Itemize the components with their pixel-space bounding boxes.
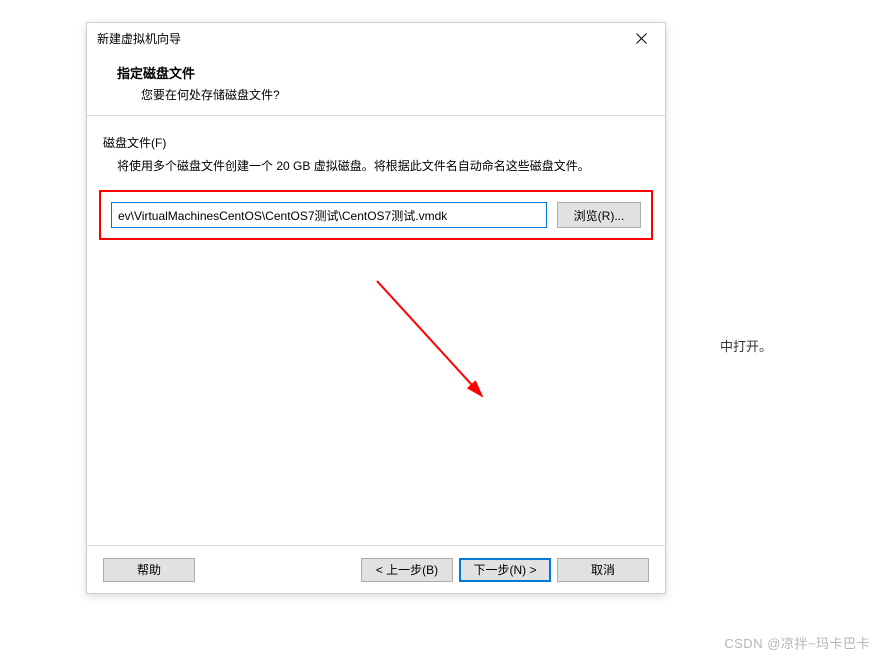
path-highlight-box: 浏览(R)... <box>99 190 653 240</box>
wizard-footer: 帮助 < 上一步(B) 下一步(N) > 取消 <box>87 545 665 593</box>
arrow-annotation <box>367 271 507 411</box>
window-title: 新建虚拟机向导 <box>97 30 181 47</box>
page-subtitle: 您要在何处存储磁盘文件? <box>117 86 645 103</box>
wizard-header: 指定磁盘文件 您要在何处存储磁盘文件? <box>87 53 665 116</box>
help-button[interactable]: 帮助 <box>103 558 195 582</box>
close-icon <box>636 33 647 44</box>
close-button[interactable] <box>619 24 663 52</box>
watermark-text: CSDN @凉拌~玛卡巴卡 <box>724 633 870 652</box>
next-button[interactable]: 下一步(N) > <box>459 558 551 582</box>
browse-button[interactable]: 浏览(R)... <box>557 202 641 228</box>
background-text-snippet: 中打开。 <box>720 336 772 355</box>
back-button[interactable]: < 上一步(B) <box>361 558 453 582</box>
fieldset-label: 磁盘文件(F) <box>103 134 649 151</box>
wizard-dialog: 新建虚拟机向导 指定磁盘文件 您要在何处存储磁盘文件? 磁盘文件(F) 将使用多… <box>86 22 666 594</box>
wizard-body: 磁盘文件(F) 将使用多个磁盘文件创建一个 20 GB 虚拟磁盘。将根据此文件名… <box>87 116 665 546</box>
disk-path-input[interactable] <box>111 202 547 228</box>
cancel-button[interactable]: 取消 <box>557 558 649 582</box>
titlebar: 新建虚拟机向导 <box>87 23 665 53</box>
disk-description: 将使用多个磁盘文件创建一个 20 GB 虚拟磁盘。将根据此文件名自动命名这些磁盘… <box>103 157 649 176</box>
page-title: 指定磁盘文件 <box>117 63 645 82</box>
